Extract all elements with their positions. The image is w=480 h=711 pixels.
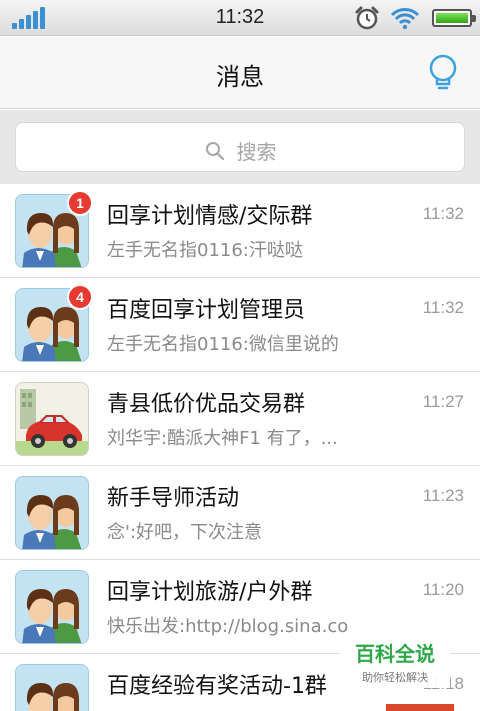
nav-header: 消息 (0, 37, 480, 109)
conversation-name: 百度经验有奖活动-1群 (107, 674, 327, 699)
conversation-item[interactable]: 新手导师活动 11:23 念':好吧，下次注意 (0, 466, 480, 560)
conversation-item[interactable]: 青县低价优品交易群 11:27 刘华宇:酷派大神F1 有了，... (0, 372, 480, 466)
couple-avatar (15, 664, 89, 711)
conversation-preview: 左手无名指0116:汗哒哒 (107, 240, 303, 261)
conversation-name: 百度回享计划管理员 (107, 298, 306, 323)
conversation-item[interactable]: 1 回享计划情感/交际群 11:32 左手无名指0116:汗哒哒 (0, 184, 480, 278)
conversation-name: 回享计划旅游/户外群 (107, 580, 313, 605)
unread-badge: 1 (67, 190, 93, 216)
conversation-preview: 左手无名指0116:微信里说的 (107, 334, 339, 355)
conversation-preview: 刘华宇:酷派大神F1 有了，... (107, 428, 338, 449)
couple-avatar (15, 570, 89, 644)
car-avatar (15, 382, 89, 456)
watermark-title: 百科全说 (355, 642, 435, 666)
search-input[interactable]: 搜索 (15, 122, 465, 172)
watermark-bar (386, 704, 454, 711)
conversation-time: 11:23 (422, 486, 464, 505)
conversation-time: 11:27 (422, 392, 464, 411)
couple-avatar (15, 476, 89, 550)
search-placeholder: 搜索 (236, 140, 277, 164)
status-bar: 11:32 (0, 0, 480, 36)
page-title: 消息 (216, 63, 264, 91)
conversation-list: 1 回享计划情感/交际群 11:32 左手无名指0116:汗哒哒 4 百度回享计… (0, 184, 480, 711)
conversation-name: 回享计划情感/交际群 (107, 204, 313, 229)
search-icon (206, 141, 225, 160)
conversation-preview: 念':好吧，下次注意 (107, 522, 263, 543)
lightbulb-icon[interactable] (426, 53, 460, 93)
conversation-name: 新手导师活动 (107, 486, 240, 511)
watermark-logo: 百科全说 助你轻松解决 (340, 634, 450, 688)
battery-icon (432, 9, 476, 27)
search-bar: 搜索 (0, 110, 480, 184)
conversation-name: 青县低价优品交易群 (107, 392, 306, 417)
conversation-item[interactable]: 4 百度回享计划管理员 11:32 左手无名指0116:微信里说的 (0, 278, 480, 372)
wifi-icon (390, 8, 420, 30)
conversation-time: 11:32 (422, 298, 464, 317)
conversation-time: 11:32 (422, 204, 464, 223)
conversation-time: 11:20 (422, 580, 464, 599)
alarm-icon (355, 6, 379, 30)
unread-badge: 4 (67, 284, 93, 310)
watermark-subtitle: 助你轻松解决 (362, 671, 428, 684)
